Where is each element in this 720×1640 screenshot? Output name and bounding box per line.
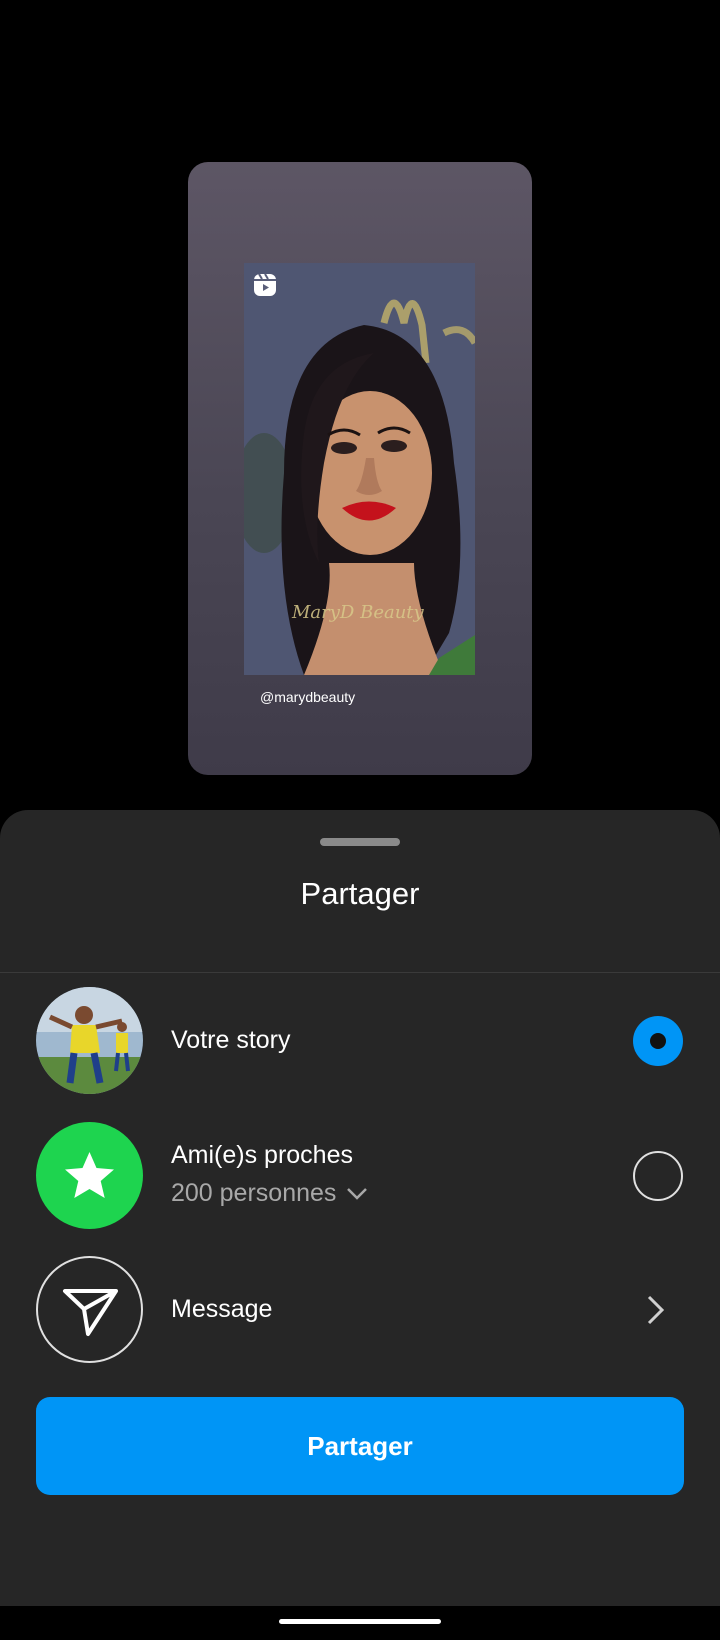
option-label: Votre story (171, 1026, 291, 1054)
share-button[interactable]: Partager (36, 1397, 684, 1495)
option-close-friends[interactable]: Ami(e)s proches 200 personnes (0, 1122, 720, 1232)
system-nav-bar (0, 1606, 720, 1640)
chevron-down-icon (347, 1187, 368, 1200)
reel-author-handle: @marydbeauty (260, 689, 356, 705)
reel-thumbnail: MaryD Beauty (244, 263, 475, 675)
share-bottom-sheet: Partager Votre story Ami(e)s proches 200… (0, 810, 720, 1606)
audience-count: 200 personnes (171, 1179, 337, 1207)
option-message[interactable]: Message (0, 1256, 720, 1366)
radio-unselected[interactable] (633, 1151, 683, 1201)
home-indicator[interactable] (279, 1619, 441, 1624)
star-icon (65, 1152, 114, 1198)
option-your-story[interactable]: Votre story (0, 987, 720, 1097)
audience-selector[interactable]: 200 personnes (171, 1179, 368, 1208)
option-label: Ami(e)s proches (171, 1141, 353, 1169)
message-avatar (36, 1256, 143, 1363)
watermark-text: MaryD Beauty (291, 602, 425, 623)
reels-icon (254, 273, 276, 296)
drag-handle[interactable] (320, 838, 400, 846)
divider (0, 972, 720, 973)
reel-portrait-image: MaryD Beauty (244, 263, 475, 675)
chevron-right-icon[interactable] (646, 1294, 666, 1326)
paper-plane-icon (63, 1289, 118, 1336)
radio-selected[interactable] (633, 1016, 683, 1066)
option-label: Message (171, 1295, 273, 1323)
close-friends-avatar (36, 1122, 143, 1229)
profile-photo (36, 987, 143, 1094)
story-preview-card: MaryD Beauty @marydbeauty (188, 162, 532, 775)
sheet-title: Partager (300, 876, 420, 911)
profile-avatar (36, 987, 143, 1094)
share-screen: MaryD Beauty @marydbeauty Partager Votre… (0, 0, 720, 1640)
